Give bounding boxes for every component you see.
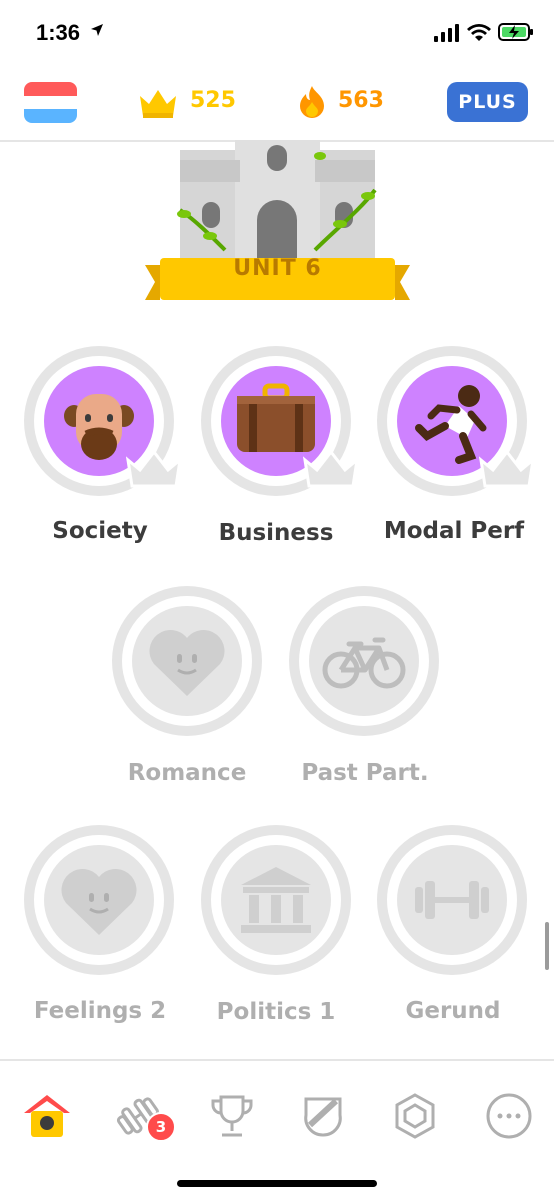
- streak-count[interactable]: 563: [338, 88, 384, 113]
- crown-level-icon: [479, 449, 535, 488]
- skill-feelings-2[interactable]: [24, 825, 174, 975]
- location-arrow-icon: [91, 24, 103, 36]
- signal-icon: [434, 24, 459, 42]
- skill-label-feelings-2: Feelings 2: [33, 998, 167, 1024]
- bicycle-icon: [322, 637, 406, 689]
- heart-icon: [61, 868, 137, 935]
- plus-button[interactable]: PLUS: [447, 82, 528, 122]
- battery-charging-icon: [498, 23, 533, 41]
- language-flag-button[interactable]: [24, 82, 77, 123]
- crown-level-icon: [126, 449, 182, 488]
- skill-modal-perf[interactable]: [377, 346, 535, 496]
- home-birdhouse-icon[interactable]: [22, 1091, 72, 1141]
- skill-business[interactable]: [201, 346, 359, 496]
- gem-shop-icon[interactable]: [390, 1091, 440, 1141]
- skill-label-modal-perf: Modal Perf: [383, 518, 525, 544]
- shield-icon[interactable]: [298, 1091, 348, 1141]
- crown-icon: [140, 90, 176, 118]
- skill-gerund[interactable]: [377, 825, 527, 975]
- unit-castle[interactable]: UNIT 6: [140, 140, 415, 305]
- skill-society[interactable]: [24, 346, 182, 496]
- leaderboard-trophy-icon[interactable]: [207, 1091, 257, 1141]
- skill-label-past-part: Past Part.: [301, 760, 429, 786]
- crown-level-icon: [303, 449, 359, 488]
- crowns-count[interactable]: 525: [190, 88, 236, 113]
- streak-fire-icon: [300, 86, 324, 118]
- more-options-icon[interactable]: [484, 1091, 534, 1141]
- status-bar: 1:36: [0, 0, 554, 66]
- skill-past-part[interactable]: [289, 586, 439, 736]
- skill-label-politics-1: Politics 1: [216, 999, 336, 1025]
- scrollbar[interactable]: [545, 922, 549, 970]
- skill-politics-1[interactable]: [201, 825, 351, 975]
- heart-icon: [149, 629, 225, 696]
- skill-label-business: Business: [218, 520, 334, 546]
- skill-label-gerund: Gerund: [405, 998, 501, 1024]
- wifi-icon: [467, 24, 491, 41]
- home-indicator[interactable]: [177, 1180, 377, 1187]
- government-building-icon: [241, 867, 311, 933]
- skill-label-romance: Romance: [127, 760, 247, 786]
- status-time: 1:36: [36, 20, 81, 45]
- practice-notification-badge: 3: [146, 1112, 176, 1142]
- top-stats-bar: 525 563 PLUS: [0, 66, 554, 142]
- skill-label-society: Society: [52, 518, 148, 544]
- skill-romance[interactable]: [112, 586, 262, 736]
- unit-title: UNIT 6: [233, 256, 322, 281]
- dumbbell-icon: [415, 881, 489, 919]
